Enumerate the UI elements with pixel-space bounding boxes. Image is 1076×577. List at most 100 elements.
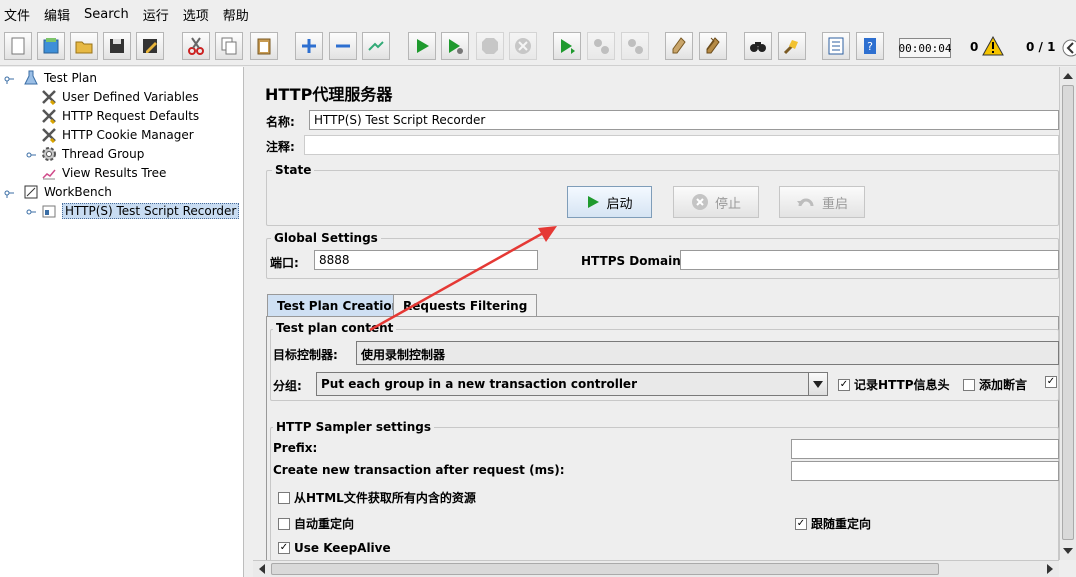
- stop-button[interactable]: 停止: [673, 186, 759, 218]
- remote-shutdown-button[interactable]: [621, 32, 649, 60]
- new-icon: [11, 37, 25, 55]
- save-button[interactable]: [103, 32, 131, 60]
- menu-run[interactable]: 运行: [143, 5, 169, 24]
- grouping-select[interactable]: Put each group in a new transaction cont…: [316, 372, 810, 396]
- tree-node-http-cookie-manager[interactable]: HTTP Cookie Manager: [40, 126, 194, 144]
- cut-button[interactable]: [182, 32, 210, 60]
- retrieve-resources-checkbox[interactable]: 从HTML文件获取所有内含的资源: [278, 489, 476, 506]
- shutdown-button[interactable]: [509, 32, 537, 60]
- expand-all-button[interactable]: [295, 32, 323, 60]
- checkbox-unchecked-icon: [963, 378, 975, 391]
- prefix-label: Prefix:: [273, 441, 318, 455]
- keepalive-checkbox[interactable]: ✓ Use KeepAlive: [278, 541, 391, 555]
- port-field[interactable]: 8888: [314, 250, 538, 270]
- start-button[interactable]: 启动: [567, 186, 652, 218]
- remote-start-icon: [561, 39, 575, 54]
- menu-search[interactable]: Search: [84, 7, 129, 22]
- scroll-up-icon[interactable]: [1060, 69, 1076, 83]
- new-transaction-field[interactable]: [791, 461, 1059, 481]
- tree-node-http-recorder[interactable]: HTTP(S) Test Script Recorder: [40, 202, 240, 220]
- tree-expand-handle-icon[interactable]: [26, 150, 36, 160]
- reset-search-button[interactable]: [778, 32, 806, 60]
- workbench-icon: [22, 183, 40, 201]
- prefix-field[interactable]: [791, 439, 1059, 459]
- wrench-icon: [40, 107, 58, 125]
- test-plan-tree[interactable]: Test Plan User Defined Variables HTTP Re…: [0, 67, 244, 577]
- tree-node-view-results-tree[interactable]: View Results Tree: [40, 164, 166, 182]
- paste-button[interactable]: [250, 32, 278, 60]
- horizontal-scrollbar[interactable]: [253, 560, 1059, 577]
- clear-button[interactable]: [665, 32, 693, 60]
- svg-text:?: ?: [867, 40, 873, 53]
- warning-icon[interactable]: [982, 36, 1004, 56]
- menu-edit[interactable]: 编辑: [44, 5, 70, 24]
- recorder-icon: [40, 202, 58, 220]
- tab-test-plan-creation[interactable]: Test Plan Creation: [267, 294, 411, 316]
- menu-help[interactable]: 帮助: [223, 5, 249, 24]
- https-domains-field[interactable]: [680, 250, 1059, 270]
- name-field[interactable]: HTTP(S) Test Script Recorder: [309, 110, 1059, 130]
- paste-icon: [257, 38, 271, 55]
- stop-icon: [482, 38, 498, 54]
- restart-label: 重启: [821, 196, 848, 212]
- vertical-scrollbar[interactable]: [1059, 67, 1076, 560]
- stop-button[interactable]: [476, 32, 504, 60]
- tree-node-workbench[interactable]: WorkBench: [22, 183, 112, 201]
- follow-redirects-checkbox[interactable]: ✓ 跟随重定向: [795, 515, 871, 532]
- start-icon: [417, 39, 429, 53]
- global-settings-title: Global Settings: [271, 231, 381, 245]
- tree-expand-handle-icon[interactable]: [4, 188, 14, 198]
- toggle-button[interactable]: [362, 32, 390, 60]
- templates-button[interactable]: [37, 32, 65, 60]
- checkbox-checked-icon: ✓: [278, 542, 290, 554]
- state-group: [266, 170, 1059, 226]
- new-button[interactable]: [4, 32, 32, 60]
- error-count: 0: [970, 40, 979, 54]
- record-headers-checkbox[interactable]: ✓ 记录HTTP信息头: [838, 376, 950, 393]
- function-helper-button[interactable]: [822, 32, 850, 60]
- save-as-button[interactable]: [136, 32, 164, 60]
- tab-requests-filtering[interactable]: Requests Filtering: [393, 294, 538, 316]
- search-button[interactable]: [744, 32, 772, 60]
- restart-button[interactable]: 重启: [779, 186, 865, 218]
- add-assertions-checkbox[interactable]: 添加断言: [963, 376, 1027, 393]
- scroll-down-icon[interactable]: [1060, 544, 1076, 558]
- collapse-all-button[interactable]: [329, 32, 357, 60]
- start-label: 启动: [606, 196, 633, 212]
- tree-expand-handle-icon[interactable]: [26, 207, 36, 217]
- test-plan-icon: [22, 69, 40, 87]
- vertical-scroll-thumb[interactable]: [1062, 85, 1074, 540]
- start-no-pauses-button[interactable]: [441, 32, 469, 60]
- help-button[interactable]: ?: [856, 32, 884, 60]
- grouping-dropdown-button[interactable]: [808, 372, 828, 396]
- auto-redirect-checkbox[interactable]: 自动重定向: [278, 515, 354, 532]
- restart-icon: [796, 198, 814, 207]
- menu-file[interactable]: 文件: [4, 5, 30, 24]
- state-title: State: [272, 163, 315, 177]
- save-icon: [110, 39, 124, 53]
- remote-start-button[interactable]: [553, 32, 581, 60]
- tree-node-test-plan[interactable]: Test Plan: [22, 69, 97, 87]
- gear-icon: [40, 145, 58, 163]
- target-controller-select[interactable]: 使用录制控制器: [356, 341, 1059, 365]
- tree-expand-handle-icon[interactable]: [4, 74, 14, 84]
- open-button[interactable]: [70, 32, 98, 60]
- copy-button[interactable]: [215, 32, 243, 60]
- toolbar-scroll-icon[interactable]: [1062, 38, 1076, 58]
- tree-node-user-defined-variables[interactable]: User Defined Variables: [40, 88, 199, 106]
- add-assertions-label: 添加断言: [979, 378, 1028, 392]
- shutdown-icon: [515, 38, 531, 54]
- tree-node-http-request-defaults[interactable]: HTTP Request Defaults: [40, 107, 199, 125]
- remote-stop-button[interactable]: [587, 32, 615, 60]
- recorder-panel: HTTP代理服务器 名称: HTTP(S) Test Script Record…: [253, 67, 1059, 577]
- horizontal-scroll-thumb[interactable]: [271, 563, 939, 575]
- clear-icon: [672, 37, 686, 54]
- tree-node-thread-group[interactable]: Thread Group: [40, 145, 144, 163]
- scroll-left-icon[interactable]: [255, 561, 269, 577]
- comment-field[interactable]: [304, 135, 1059, 155]
- scroll-right-icon[interactable]: [1043, 561, 1057, 577]
- clear-all-button[interactable]: [699, 32, 727, 60]
- menu-options[interactable]: 选项: [183, 5, 209, 24]
- tree-divider[interactable]: [244, 67, 252, 577]
- start-button[interactable]: [408, 32, 436, 60]
